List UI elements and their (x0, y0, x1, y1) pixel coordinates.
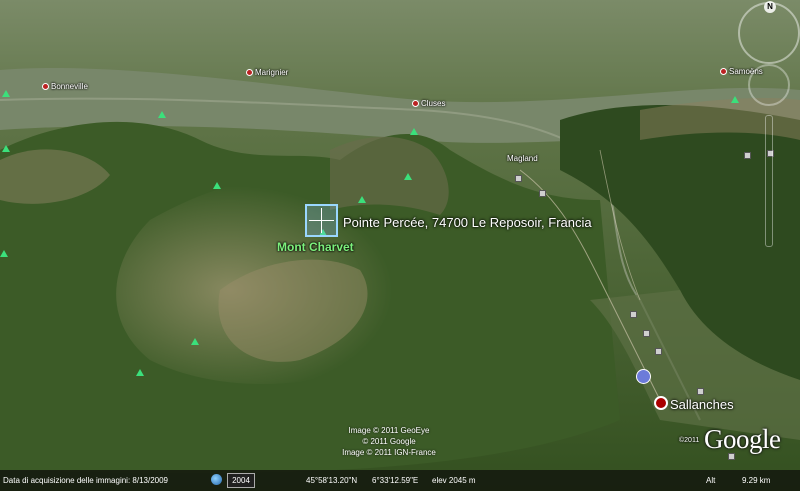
poi-icon[interactable] (744, 152, 751, 159)
place-label: Cluses (421, 99, 446, 108)
peak-icon[interactable] (404, 173, 412, 180)
zoom-slider[interactable] (765, 115, 773, 247)
compass-ring[interactable]: N (738, 1, 800, 64)
attribution-line: Image © 2011 GeoEye (348, 426, 430, 435)
peak-icon[interactable] (731, 96, 739, 103)
elevation: elev 2045 m (432, 476, 476, 485)
placemark-target-icon[interactable] (305, 204, 338, 237)
place-magland[interactable]: Magland (507, 154, 538, 163)
poi-icon[interactable] (539, 190, 546, 197)
peak-icon[interactable] (136, 369, 144, 376)
longitude: 6°33'12.59"E (372, 476, 419, 485)
place-sallanches[interactable]: Sallanches (670, 397, 734, 412)
peak-icon[interactable] (0, 250, 8, 257)
town-marker-icon (246, 69, 253, 77)
place-label: Magland (507, 154, 538, 163)
attribution-line: © 2011 Google (362, 437, 416, 446)
peak-icon[interactable] (358, 196, 366, 203)
globe-icon[interactable] (211, 474, 222, 485)
google-logo: Google (704, 424, 781, 454)
historical-year-button[interactable]: 2004 (227, 473, 255, 488)
poi-icon[interactable] (655, 348, 662, 355)
town-pin-icon[interactable] (654, 396, 668, 410)
place-marignier[interactable]: Marignier (246, 68, 288, 77)
poi-icon[interactable] (630, 311, 637, 318)
sports-icon[interactable] (636, 369, 651, 384)
town-marker-icon (412, 100, 419, 108)
place-cluses[interactable]: Cluses (412, 99, 445, 108)
peak-icon[interactable] (2, 145, 10, 152)
latitude: 45°58'13.20"N (306, 476, 358, 485)
peak-icon[interactable] (2, 90, 10, 97)
town-marker-icon (42, 83, 49, 91)
place-label: Bonneville (51, 82, 88, 91)
poi-icon[interactable] (643, 330, 650, 337)
north-indicator[interactable]: N (764, 1, 776, 13)
altitude-value: 9.29 km (742, 476, 771, 485)
place-label: Marignier (255, 68, 289, 77)
peak-icon[interactable] (191, 338, 199, 345)
pan-control[interactable] (748, 64, 790, 106)
place-bonneville[interactable]: Bonneville (42, 82, 88, 91)
peak-icon[interactable] (158, 111, 166, 118)
poi-icon[interactable] (515, 175, 522, 182)
town-marker-icon (720, 68, 727, 76)
acquisition-date: Data di acquisizione delle immagini: 8/1… (3, 476, 168, 485)
peak-label-mont-charvet[interactable]: Mont Charvet (277, 240, 354, 254)
poi-icon[interactable] (697, 388, 704, 395)
terrain-map[interactable] (0, 0, 800, 491)
altitude-label: Alt (706, 476, 716, 485)
copyright-year: ©2011 (679, 437, 700, 444)
placemark-title[interactable]: Pointe Percée, 74700 Le Reposoir, Franci… (343, 215, 592, 230)
peak-icon[interactable] (410, 128, 418, 135)
attribution-line: Image © 2011 IGN-France (342, 448, 436, 457)
imagery-attribution: Image © 2011 GeoEye © 2011 Google Image … (334, 425, 444, 458)
peak-icon[interactable] (213, 182, 221, 189)
status-bar: Data di acquisizione delle immagini: 8/1… (0, 470, 800, 491)
